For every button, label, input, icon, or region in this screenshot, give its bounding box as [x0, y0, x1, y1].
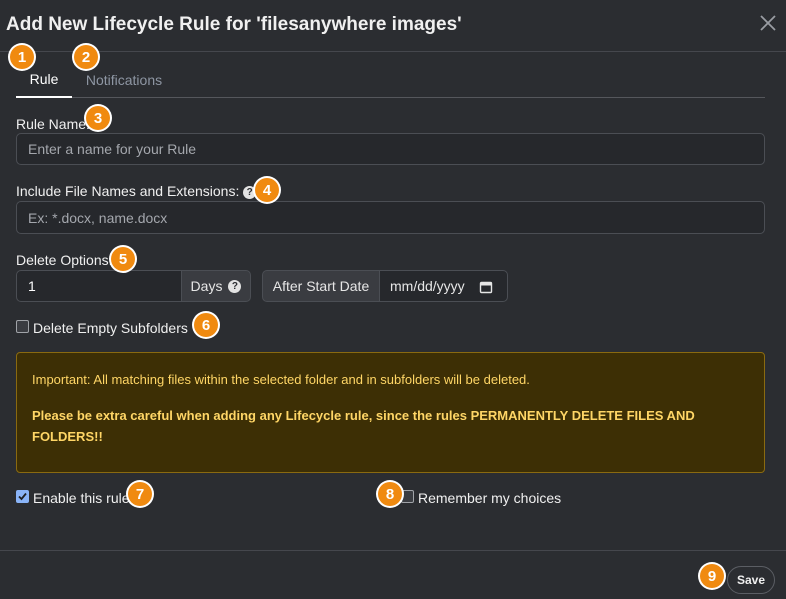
dialog-header: Add New Lifecycle Rule for 'filesanywher…	[0, 0, 786, 52]
days-addon-label: Days	[190, 278, 223, 294]
annotation-badge-4: 4	[255, 178, 279, 202]
rule-name-label: Rule Name:	[16, 116, 90, 132]
days-input[interactable]: 1	[16, 270, 182, 302]
close-button[interactable]	[758, 12, 778, 34]
delete-empty-subfolders-checkbox[interactable]	[16, 320, 29, 333]
start-date-input[interactable]: mm/dd/yyyy	[379, 270, 508, 302]
delete-empty-subfolders-label: Delete Empty Subfolders	[33, 320, 188, 336]
annotation-badge-2: 2	[74, 45, 98, 69]
annotation-badge-9: 9	[700, 564, 724, 588]
annotation-badge-7: 7	[128, 482, 152, 506]
delete-options-label: Delete Options:	[16, 252, 113, 268]
footer-divider	[0, 550, 786, 551]
enable-rule-checkbox[interactable]	[16, 490, 29, 503]
check-icon	[18, 492, 27, 501]
tab-bar: Rule Notifications	[16, 62, 765, 98]
annotation-badge-3: 3	[86, 106, 110, 130]
warning-alert: Important: All matching files within the…	[16, 352, 765, 473]
lifecycle-rule-dialog: Add New Lifecycle Rule for 'filesanywher…	[0, 0, 786, 599]
save-button[interactable]: Save	[727, 566, 775, 594]
warning-text: Important: All matching files within the…	[32, 372, 530, 387]
remember-choices-checkbox[interactable]	[401, 490, 414, 503]
include-files-label: Include File Names and Extensions: ?	[16, 183, 257, 199]
start-date-placeholder: mm/dd/yyyy	[390, 278, 465, 294]
include-files-input[interactable]: Ex: *.docx, name.docx	[16, 201, 765, 234]
days-value: 1	[28, 278, 36, 294]
annotation-badge-5: 5	[111, 247, 135, 271]
calendar-icon[interactable]	[479, 280, 493, 294]
include-files-placeholder: Ex: *.docx, name.docx	[28, 209, 168, 226]
help-icon[interactable]: ?	[228, 279, 242, 293]
days-addon: Days ?	[181, 270, 251, 302]
warning-emphasis: Please be extra careful when adding any …	[32, 408, 695, 444]
annotation-badge-6: 6	[194, 313, 218, 337]
close-icon	[760, 15, 776, 31]
dialog-title: Add New Lifecycle Rule for 'filesanywher…	[6, 14, 462, 35]
rule-name-placeholder: Enter a name for your Rule	[28, 141, 197, 157]
tab-notifications[interactable]: Notifications	[84, 62, 164, 98]
enable-rule-label: Enable this rule	[33, 490, 130, 506]
remember-choices-label: Remember my choices	[418, 490, 562, 506]
after-start-date-label: After Start Date	[272, 278, 370, 294]
annotation-badge-8: 8	[378, 482, 402, 506]
rule-name-input[interactable]: Enter a name for your Rule	[16, 133, 765, 165]
annotation-badge-1: 1	[10, 45, 34, 69]
include-files-label-text: Include File Names and Extensions:	[16, 183, 240, 199]
after-start-date-addon: After Start Date	[262, 270, 380, 302]
